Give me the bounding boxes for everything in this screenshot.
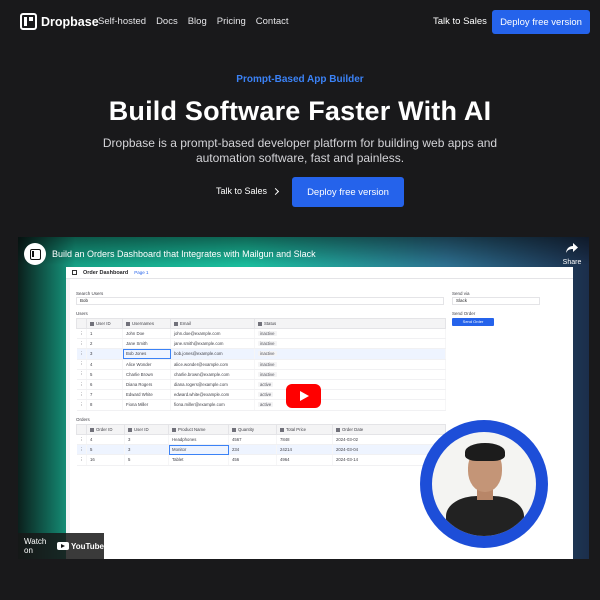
hero-talk-label: Talk to Sales bbox=[216, 186, 268, 196]
watch-on-label: Watch on bbox=[24, 537, 47, 555]
app-menu-icon bbox=[72, 270, 77, 275]
hero-subtitle: Dropbase is a prompt-based developer pla… bbox=[102, 136, 498, 165]
nav-link-pricing[interactable]: Pricing bbox=[217, 16, 246, 27]
nav-talk-to-sales-link[interactable]: Talk to Sales bbox=[433, 16, 487, 27]
table-header bbox=[76, 318, 87, 329]
users-label: Users bbox=[76, 311, 88, 316]
nav-link-blog[interactable]: Blog bbox=[188, 16, 207, 27]
table-row: ⋮ 3 Bob Jones bob.jones@example.com inactive bbox=[76, 348, 446, 360]
hero-eyebrow: Prompt-Based App Builder bbox=[236, 74, 364, 85]
dropbase-logo-icon bbox=[20, 13, 37, 30]
nav-link-docs[interactable]: Docs bbox=[156, 16, 178, 27]
send-via-label: Send via bbox=[452, 291, 470, 296]
channel-avatar[interactable] bbox=[24, 243, 46, 265]
youtube-logo: YouTube bbox=[56, 542, 104, 551]
nav-links: Self-hosted Docs Blog Pricing Contact bbox=[98, 16, 289, 27]
share-label: Share bbox=[562, 259, 582, 266]
table-header: Order ID bbox=[86, 424, 125, 435]
orders-label: Orders bbox=[76, 417, 90, 422]
table-row: ⋮ 2 Jane Smith jane.smith@example.com inacti… bbox=[76, 338, 446, 350]
table-header: Usernames bbox=[122, 318, 171, 329]
hero-talk-to-sales-link[interactable]: Talk to Sales bbox=[216, 186, 280, 196]
hero-headline: Build Software Faster With AI bbox=[108, 96, 492, 126]
hero-deploy-button[interactable]: Deploy free version bbox=[292, 177, 404, 207]
table-header: Product Name bbox=[168, 424, 229, 435]
app-header: Order Dashboard Page 1 bbox=[66, 267, 573, 279]
table-header: Quantity bbox=[228, 424, 277, 435]
search-users-input: Bob bbox=[76, 297, 444, 305]
youtube-play-button[interactable] bbox=[286, 384, 321, 408]
presenter-webcam bbox=[420, 420, 548, 548]
table-row: ⋮ 5 Charlie Brown charlie.brown@example.com… bbox=[76, 369, 446, 380]
table-header: Total Price bbox=[276, 424, 333, 435]
app-title: Order Dashboard bbox=[83, 269, 129, 276]
app-sidebar bbox=[66, 279, 70, 559]
table-header bbox=[76, 424, 87, 435]
send-order-label: Send Order bbox=[452, 311, 476, 316]
youtube-icon bbox=[56, 542, 69, 550]
table-row: ⋮ 4 Alice Wonder alice.wonder@example.com in… bbox=[76, 359, 446, 370]
table-row: ⋮ 16 5 Tablet 456 4964 2024-03-14 bbox=[76, 454, 446, 466]
presenter-photo bbox=[432, 432, 536, 536]
orders-table: Order ID User ID Product Name Quantity T… bbox=[76, 424, 446, 466]
logo[interactable]: Dropbase bbox=[20, 13, 99, 30]
dropbase-logo-icon bbox=[29, 248, 41, 260]
send-order-button: Send Order bbox=[452, 318, 494, 326]
table-row: ⋮ 1 John Doe john.doe@example.com inactive bbox=[76, 328, 446, 340]
app-page-tab: Page 1 bbox=[134, 270, 149, 275]
share-button[interactable]: Share bbox=[559, 243, 585, 266]
chevron-right-icon bbox=[271, 187, 280, 195]
table-row: ⋮ 4 3 Headphones 4567 7848 2024-03-02 bbox=[76, 434, 446, 446]
users-table: User ID Usernames Email Status ⋮ 1 John Do… bbox=[76, 318, 446, 411]
table-header: User ID bbox=[124, 424, 169, 435]
search-users-label: Search Users bbox=[76, 291, 104, 296]
table-header: User ID bbox=[86, 318, 123, 329]
send-via-select: Slack bbox=[452, 297, 540, 305]
nav-link-contact[interactable]: Contact bbox=[256, 16, 289, 27]
table-header: Email bbox=[170, 318, 255, 329]
logo-text: Dropbase bbox=[41, 14, 99, 29]
table-row: ⋮ 5 3 Monitor 234 24214 2024-03-04 bbox=[76, 444, 446, 456]
nav-deploy-button[interactable]: Deploy free version bbox=[492, 10, 590, 34]
share-icon bbox=[566, 243, 578, 253]
table-row: ⋮ 8 Fiona Miller fiona.miller@example.com ac… bbox=[76, 399, 446, 411]
table-row: ⋮ 7 Edward White edward.white@example.com ac… bbox=[76, 389, 446, 401]
nav-link-self-hosted[interactable]: Self-hosted bbox=[98, 16, 146, 27]
table-header: Status bbox=[254, 318, 446, 329]
table-row: ⋮ 6 Diana Rogers diana.rogers@example.com ac… bbox=[76, 379, 446, 391]
top-nav: Dropbase Self-hosted Docs Blog Pricing C… bbox=[0, 0, 600, 44]
video-title[interactable]: Build an Orders Dashboard that Integrate… bbox=[52, 249, 316, 259]
table-header: Order Date bbox=[332, 424, 446, 435]
video-embed[interactable]: Order Dashboard Page 1 Search Users Bob … bbox=[18, 237, 589, 559]
watch-on-youtube-button[interactable]: Watch on YouTube bbox=[18, 533, 104, 559]
